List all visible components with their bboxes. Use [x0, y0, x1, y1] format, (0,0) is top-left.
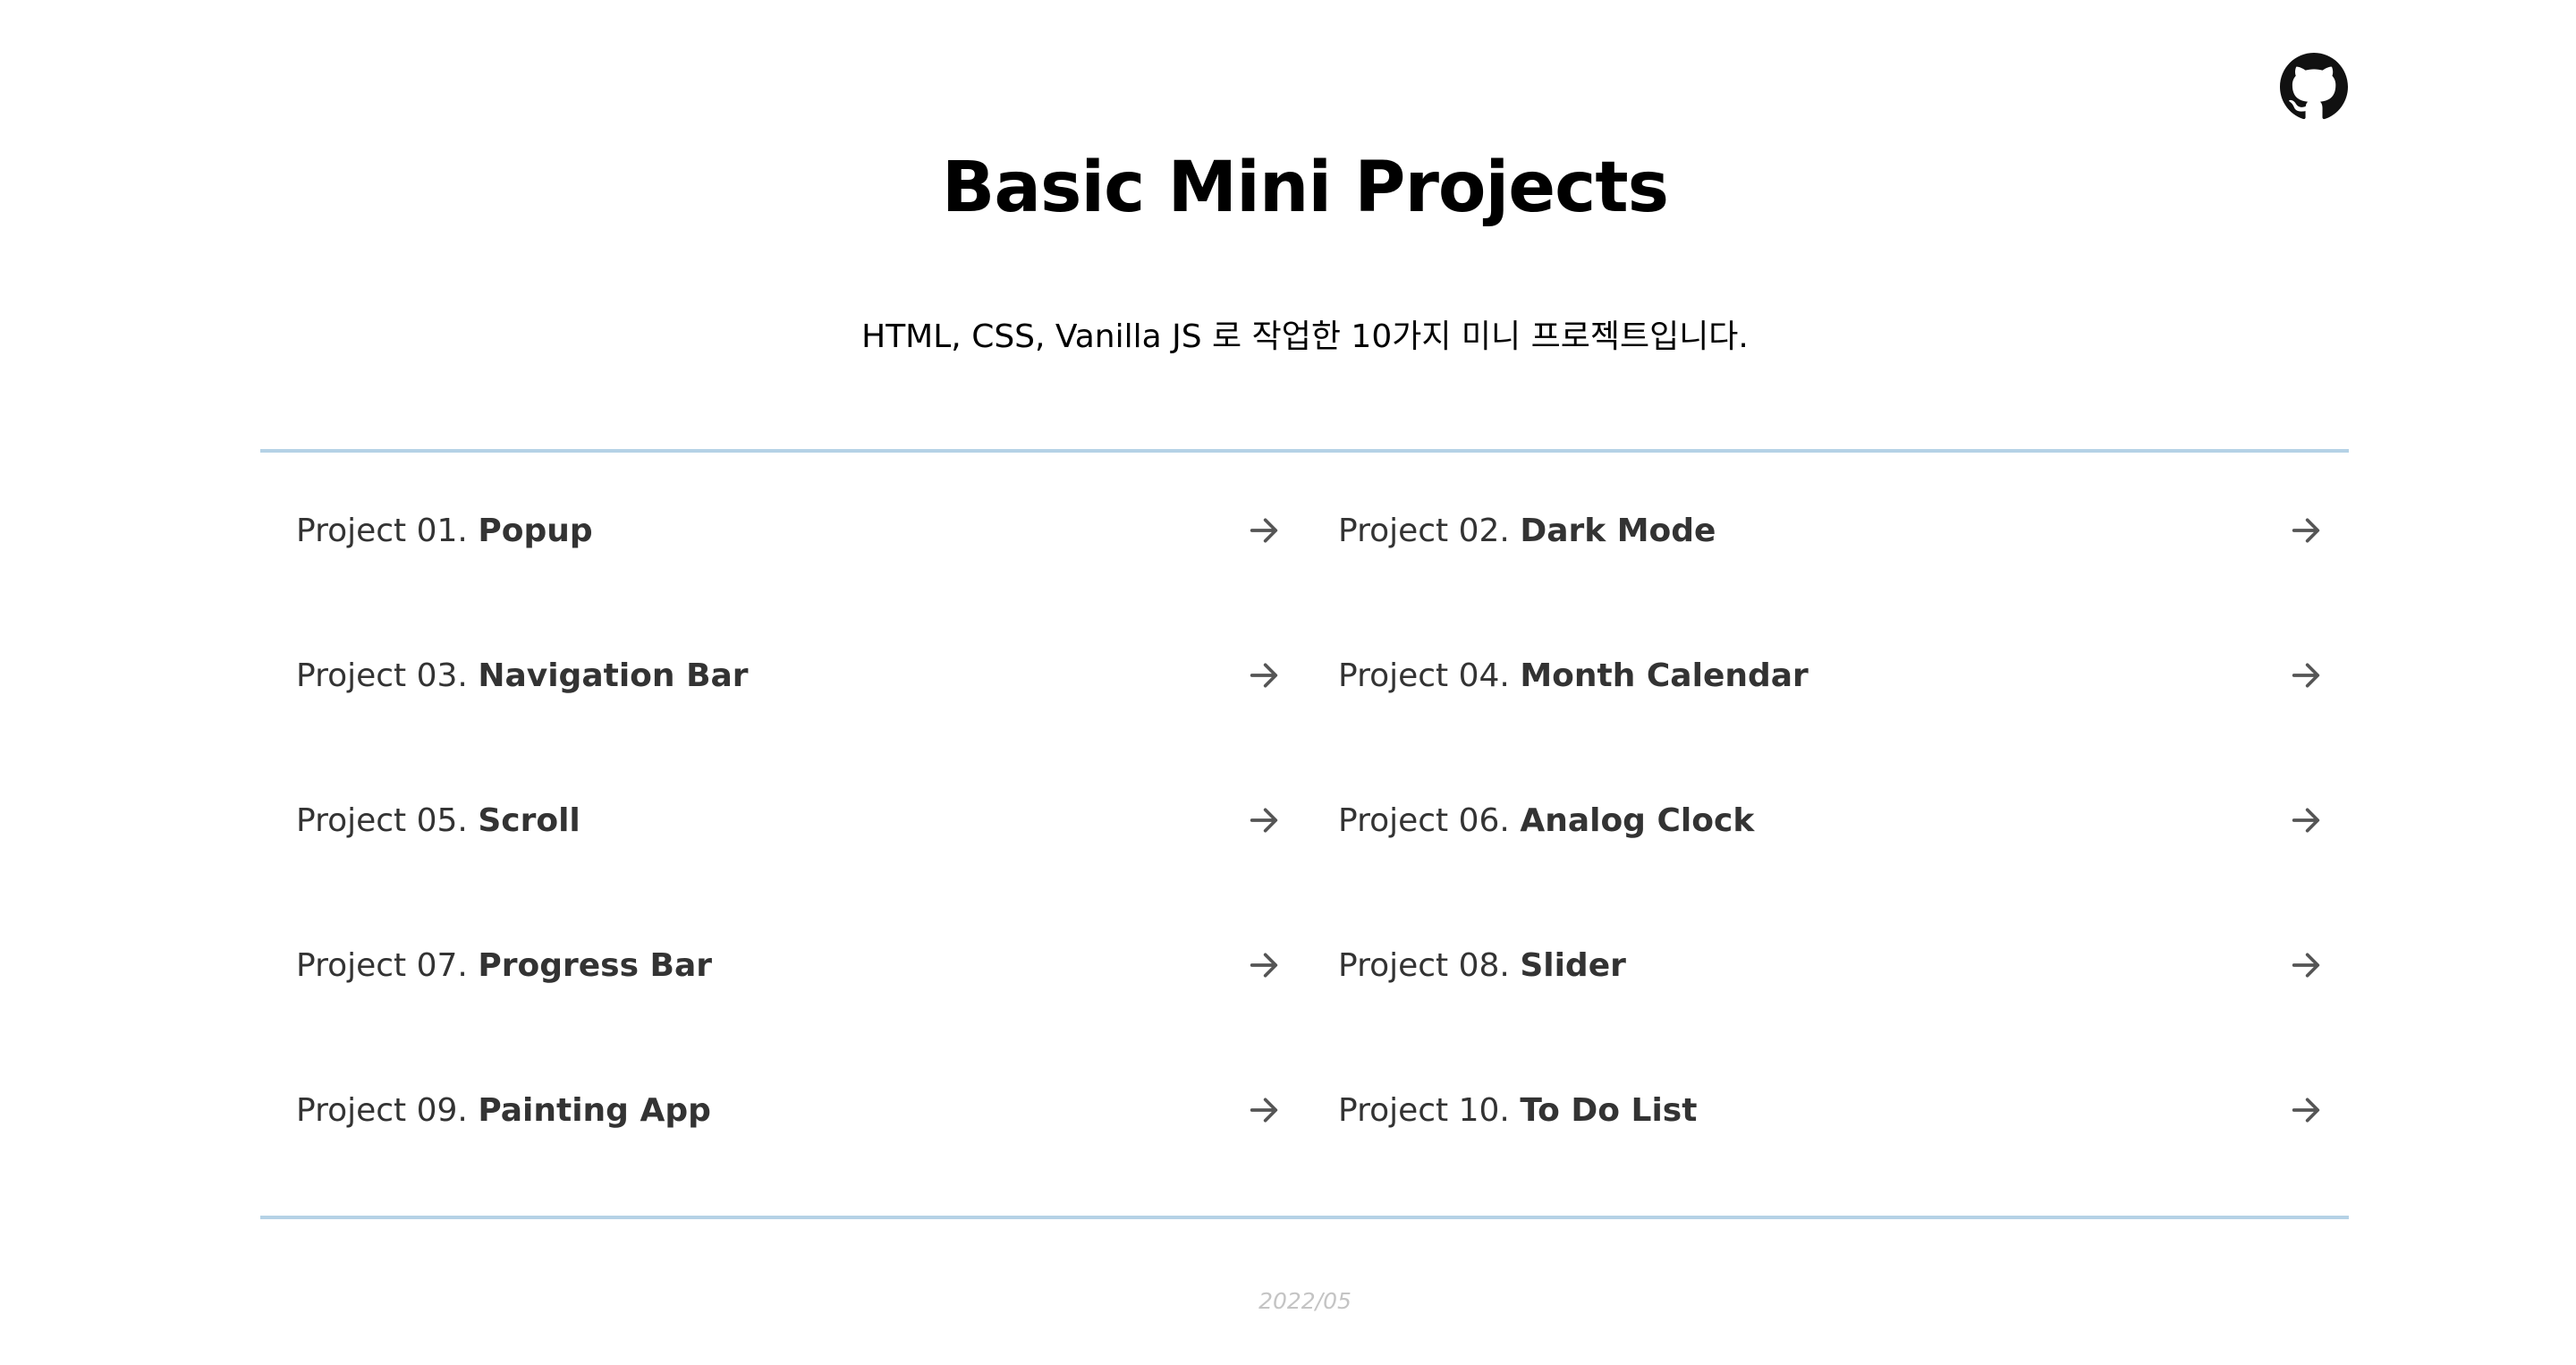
project-name: Popup	[478, 512, 593, 549]
arrow-right-icon	[2288, 802, 2324, 838]
project-label: Project 08. Slider	[1338, 947, 1626, 984]
project-label: Project 06. Analog Clock	[1338, 802, 1754, 839]
project-name: Dark Mode	[1520, 512, 1716, 549]
project-link-09[interactable]: Project 09. Painting App	[296, 1052, 1282, 1168]
project-number: Project 06.	[1338, 801, 1510, 839]
project-name: Navigation Bar	[478, 657, 749, 694]
project-label: Project 07. Progress Bar	[296, 947, 712, 984]
project-label: Project 05. Scroll	[296, 802, 580, 839]
bottom-divider	[260, 1216, 2349, 1219]
project-link-06[interactable]: Project 06. Analog Clock	[1338, 762, 2324, 878]
arrow-right-icon	[1246, 1092, 1282, 1128]
project-link-05[interactable]: Project 05. Scroll	[296, 762, 1282, 878]
page-title: Basic Mini Projects	[941, 148, 1669, 228]
project-name: Scroll	[478, 801, 580, 839]
arrow-right-icon	[1246, 947, 1282, 983]
arrow-right-icon	[2288, 947, 2324, 983]
project-link-10[interactable]: Project 10. To Do List	[1338, 1052, 2324, 1168]
project-number: Project 09.	[296, 1091, 468, 1129]
project-label: Project 02. Dark Mode	[1338, 513, 1716, 549]
arrow-right-icon	[2288, 657, 2324, 693]
project-number: Project 01.	[296, 512, 468, 549]
arrow-right-icon	[2288, 513, 2324, 548]
arrow-right-icon	[1246, 513, 1282, 548]
project-link-02[interactable]: Project 02. Dark Mode	[1338, 472, 2324, 589]
arrow-right-icon	[1246, 657, 1282, 693]
project-name: Painting App	[478, 1091, 711, 1129]
project-name: To Do List	[1520, 1091, 1698, 1129]
project-name: Month Calendar	[1520, 657, 1809, 694]
arrow-right-icon	[1246, 802, 1282, 838]
footer-date: 2022/05	[1258, 1288, 1352, 1314]
project-label: Project 03. Navigation Bar	[296, 657, 749, 694]
project-number: Project 04.	[1338, 657, 1510, 694]
project-name: Progress Bar	[478, 946, 713, 984]
project-link-07[interactable]: Project 07. Progress Bar	[296, 907, 1282, 1023]
github-icon	[2280, 53, 2348, 121]
project-label: Project 01. Popup	[296, 513, 593, 549]
project-link-04[interactable]: Project 04. Month Calendar	[1338, 617, 2324, 733]
project-number: Project 08.	[1338, 946, 1510, 984]
project-number: Project 02.	[1338, 512, 1510, 549]
github-link[interactable]	[2280, 53, 2348, 121]
project-label: Project 10. To Do List	[1338, 1092, 1697, 1129]
arrow-right-icon	[2288, 1092, 2324, 1128]
project-name: Slider	[1520, 946, 1626, 984]
project-link-08[interactable]: Project 08. Slider	[1338, 907, 2324, 1023]
project-number: Project 07.	[296, 946, 468, 984]
project-link-01[interactable]: Project 01. Popup	[296, 472, 1282, 589]
top-divider	[260, 449, 2349, 453]
project-list: Project 01. Popup Project 02. Dark Mode …	[260, 472, 2349, 1195]
project-label: Project 09. Painting App	[296, 1092, 711, 1129]
project-number: Project 05.	[296, 801, 468, 839]
project-number: Project 03.	[296, 657, 468, 694]
project-label: Project 04. Month Calendar	[1338, 657, 1809, 694]
page-subtitle: HTML, CSS, Vanilla JS 로 작업한 10가지 미니 프로젝트…	[861, 318, 1749, 355]
project-name: Analog Clock	[1520, 801, 1755, 839]
project-link-03[interactable]: Project 03. Navigation Bar	[296, 617, 1282, 733]
project-number: Project 10.	[1338, 1091, 1510, 1129]
